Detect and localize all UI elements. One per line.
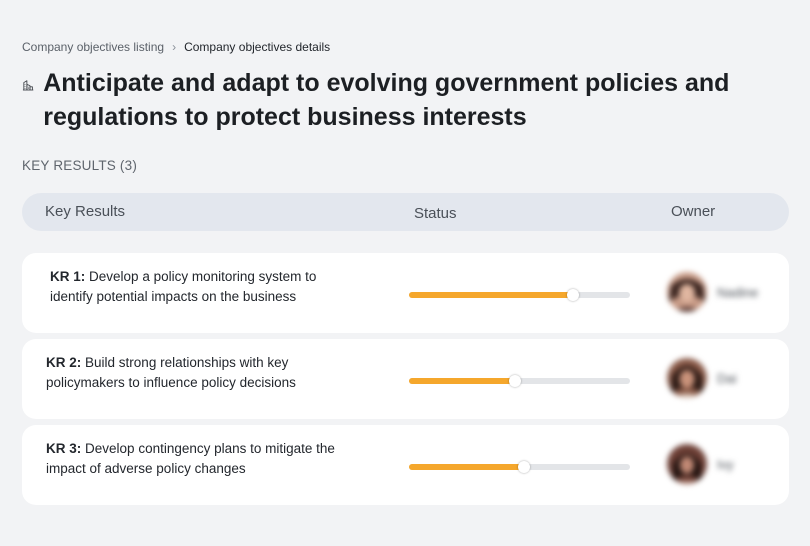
progress-handle[interactable] xyxy=(509,375,522,387)
progress-handle[interactable] xyxy=(517,461,530,473)
page-title: Anticipate and adapt to evolving governm… xyxy=(43,69,730,131)
key-result-code: KR 2: xyxy=(46,355,82,370)
key-results-count-label: KEY RESULTS (3) xyxy=(22,158,138,173)
owner-cell[interactable]: Ivy xyxy=(667,444,734,484)
status-progress-bar[interactable] xyxy=(409,289,630,301)
key-result-text: Develop a policy monitoring system to id… xyxy=(50,269,317,304)
status-progress-bar[interactable] xyxy=(409,461,630,473)
key-result-text: Build strong relationships with key poli… xyxy=(46,355,296,390)
key-result-description: KR 1: Develop a policy monitoring system… xyxy=(50,267,360,307)
key-result-description: KR 2: Build strong relationships with ke… xyxy=(46,353,356,393)
progress-fill xyxy=(409,292,573,298)
avatar xyxy=(667,444,707,484)
progress-fill xyxy=(409,378,516,384)
breadcrumb: Company objectives listing › Company obj… xyxy=(22,40,330,54)
progress-handle[interactable] xyxy=(566,289,579,301)
owner-cell[interactable]: Dai xyxy=(667,358,737,398)
column-header-status: Status xyxy=(414,205,457,222)
key-result-row[interactable]: KR 3: Develop contingency plans to mitig… xyxy=(22,425,789,505)
status-progress-bar[interactable] xyxy=(409,375,630,387)
avatar xyxy=(667,272,707,312)
key-results-table-header: Key Results Status Owner xyxy=(22,193,789,231)
owner-name: Ivy xyxy=(717,456,734,472)
building-icon xyxy=(22,80,34,91)
key-result-row[interactable]: KR 2: Build strong relationships with ke… xyxy=(22,339,789,419)
column-header-key-results: Key Results xyxy=(45,203,126,220)
column-header-owner: Owner xyxy=(671,203,716,220)
owner-name: Nadine xyxy=(717,284,759,300)
breadcrumb-objectives-listing-link[interactable]: Company objectives listing xyxy=(22,40,164,54)
owner-name: Dai xyxy=(717,370,737,386)
key-result-description: KR 3: Develop contingency plans to mitig… xyxy=(46,439,356,479)
progress-fill xyxy=(409,464,524,470)
key-result-row[interactable]: KR 1: Develop a policy monitoring system… xyxy=(22,253,789,333)
key-result-code: KR 3: xyxy=(46,441,82,456)
avatar xyxy=(667,358,707,398)
key-result-code: KR 1: xyxy=(50,269,86,284)
owner-cell[interactable]: Nadine xyxy=(667,272,758,312)
key-result-text: Develop contingency plans to mitigate th… xyxy=(46,441,335,476)
title-row: Anticipate and adapt to evolving governm… xyxy=(22,66,762,134)
breadcrumb-current: Company objectives details xyxy=(184,40,331,54)
chevron-right-icon: › xyxy=(172,40,177,54)
